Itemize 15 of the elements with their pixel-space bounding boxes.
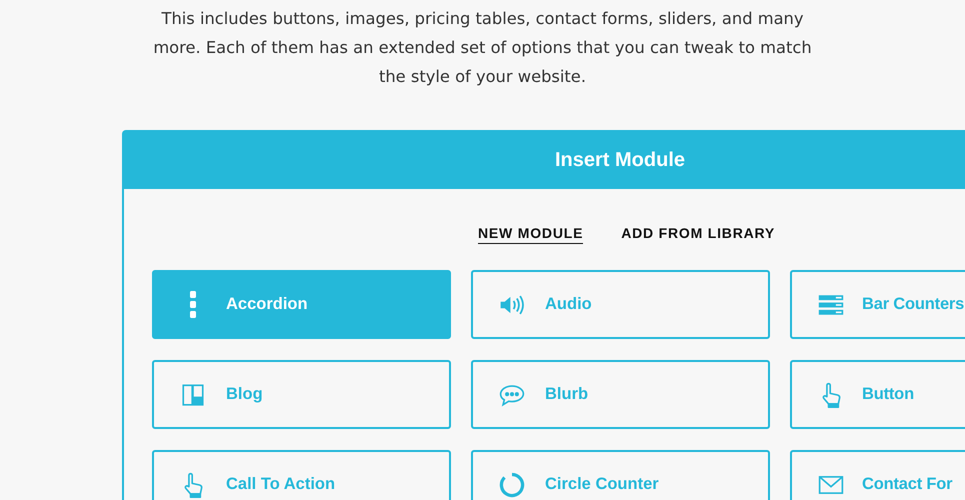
tab[interactable]: ADD FROM LIBRARY: [621, 224, 776, 243]
module-button[interactable]: Audio: [471, 270, 770, 339]
module-button[interactable]: Contact For: [790, 450, 965, 500]
module-button[interactable]: Blog: [152, 360, 451, 429]
module-button[interactable]: Blurb: [471, 360, 770, 429]
module-button[interactable]: Bar Counters: [790, 270, 965, 339]
intro-paragraph: This includes buttons, images, pricing tables, contact forms, sliders, and many more. Each of them has an extended set of options that you can tweak to match the style of your website.: [152, 8, 813, 88]
module-button[interactable]: Circle Counter: [471, 450, 770, 500]
module-button[interactable]: Button: [790, 360, 965, 429]
module-button[interactable]: Call To Action: [152, 450, 451, 500]
module-button[interactable]: Accordion: [152, 270, 451, 339]
layout-grid-icon: [180, 382, 206, 408]
panel-title: Insert Module: [554, 149, 685, 172]
tab[interactable]: NEW MODULE: [478, 224, 584, 244]
vertical-dots-icon: [189, 291, 197, 318]
